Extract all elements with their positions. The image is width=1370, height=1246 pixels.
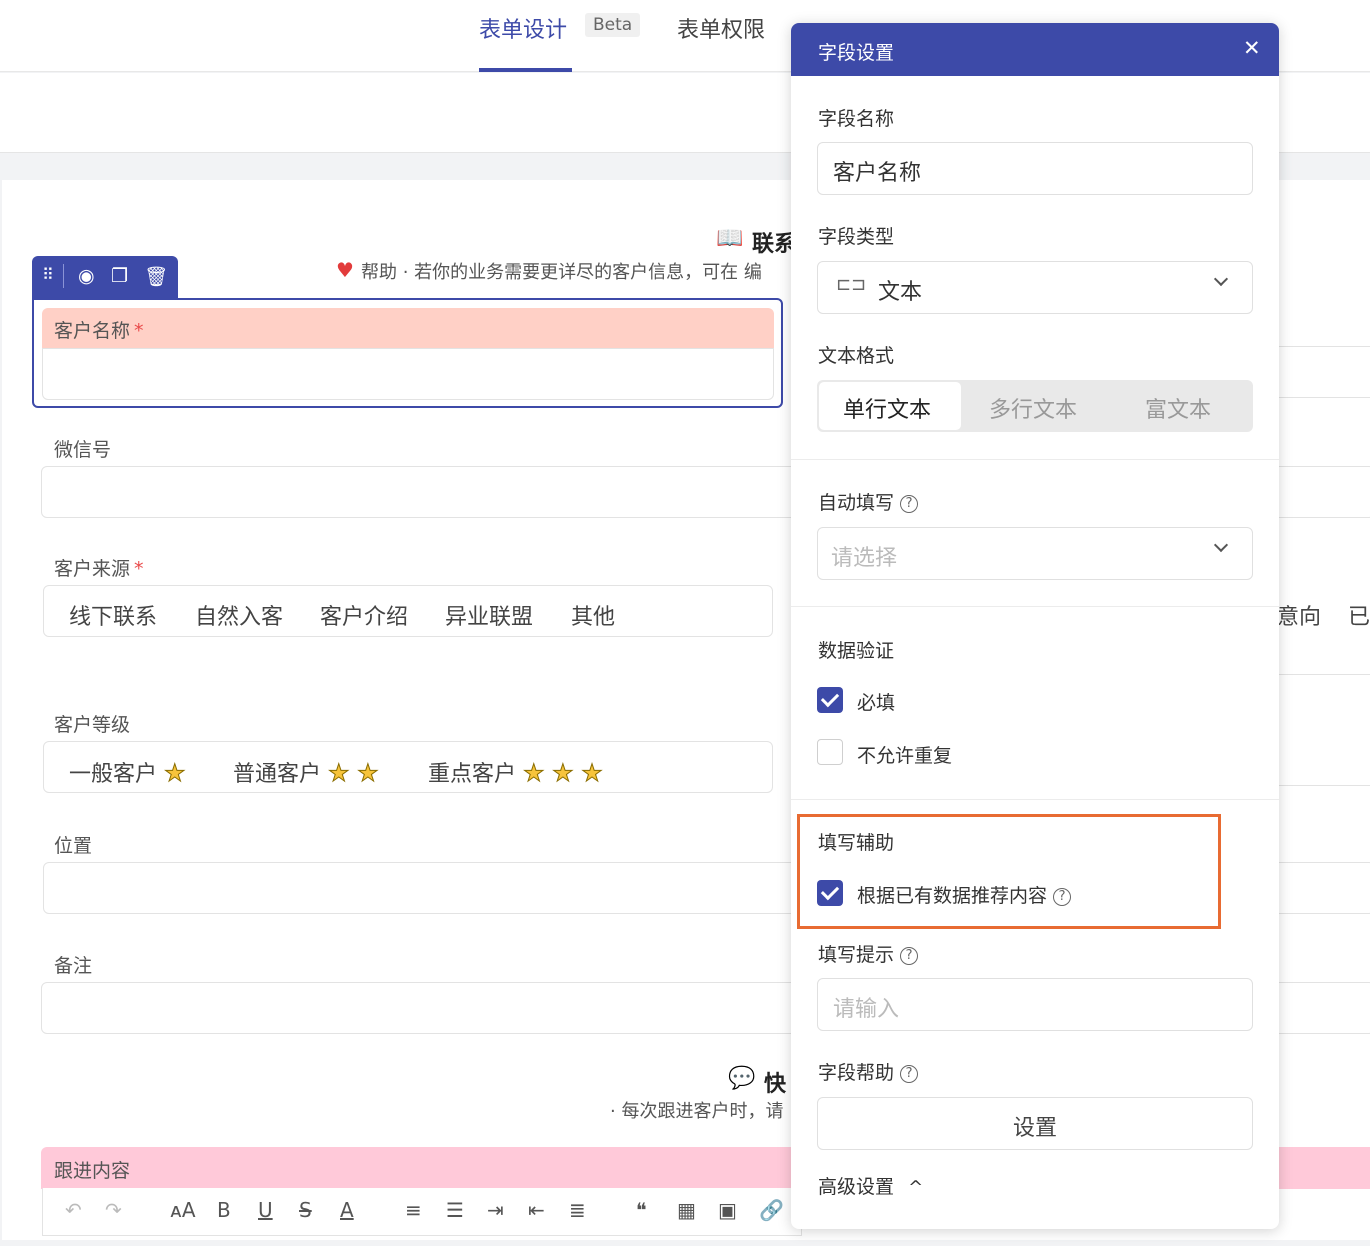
field-label-remark: 备注 [54, 955, 93, 977]
underline-icon[interactable]: U [258, 1198, 273, 1222]
text-format-segmented: 单行文本 多行文本 富文本 [817, 380, 1253, 432]
field-help-label: 字段帮助? [818, 1058, 919, 1085]
field-label-source: 客户来源 * [54, 558, 144, 580]
field-name-value: 客户名称 [833, 161, 922, 186]
source-option[interactable]: 异业联盟 [445, 599, 533, 631]
segment-rich-text[interactable]: 富文本 [1145, 392, 1211, 424]
hint-placeholder: 请输入 [833, 997, 900, 1022]
level-option[interactable]: 一般客户 ★ [69, 756, 186, 788]
help-icon: ? [900, 495, 919, 513]
divider [791, 459, 1279, 460]
validation-label: 数据验证 [818, 640, 895, 662]
field-help-button[interactable]: 设置 [817, 1097, 1253, 1150]
customer-name-input[interactable] [42, 348, 774, 400]
field-label-followup: 跟进内容 [54, 1160, 131, 1182]
copy-icon[interactable]: ❐ [111, 265, 128, 287]
required-label: 必填 [857, 692, 896, 714]
delete-icon[interactable]: 🗑 [144, 265, 168, 288]
help-icon: ? [900, 1065, 919, 1083]
chevron-down-icon [1213, 537, 1229, 553]
wechat-input[interactable] [41, 466, 801, 518]
palette-icon[interactable]: ◉ [78, 265, 95, 287]
strikethrough-icon[interactable]: S [299, 1198, 312, 1222]
rich-text-toolbar: ↶ ↷ ᴀA B U S A ≡ ☰ ⇥ ⇤ ≣ ❝ ▦ ▣ 🔗 [42, 1188, 802, 1236]
align-icon[interactable]: ≣ [569, 1198, 586, 1222]
level-option[interactable]: 重点客户 ★ ★ ★ [428, 756, 603, 788]
source-option[interactable]: 自然入客 [195, 599, 283, 631]
source-option[interactable]: 已 [1348, 599, 1370, 631]
field-type-label: 字段类型 [818, 226, 895, 248]
text-format-label: 文本格式 [818, 345, 895, 367]
source-option[interactable]: 客户介绍 [320, 599, 408, 631]
segment-multi-line[interactable]: 多行文本 [989, 392, 1077, 424]
book-icon: 📖 [716, 226, 744, 251]
divider [791, 799, 1279, 800]
tab-form-design[interactable]: 表单设计 [479, 12, 567, 44]
ordered-list-icon[interactable]: ≡ [405, 1198, 422, 1222]
drag-handle-icon[interactable]: ⠿ [42, 265, 54, 284]
field-label-highlight [42, 308, 774, 348]
source-option[interactable]: 其他 [571, 599, 615, 631]
level-option[interactable]: 普通客户 ★ ★ [233, 756, 379, 788]
field-type-value: 文本 [878, 280, 923, 305]
help-icon: ? [900, 947, 919, 965]
field-label-location: 位置 [54, 835, 93, 857]
quote-icon[interactable]: ❝ [636, 1198, 647, 1222]
field-label-customer-name: 客户名称 * [54, 320, 144, 342]
tab-form-permissions[interactable]: 表单权限 [677, 12, 765, 44]
chevron-down-icon [1213, 271, 1229, 287]
section-help-text: 帮助 · 若你的业务需要更详尽的客户信息，可在 编 [361, 262, 762, 283]
panel-title: 字段设置 [818, 42, 895, 64]
heart-icon: ♥ [336, 258, 354, 282]
image-icon[interactable]: ▣ [718, 1198, 737, 1222]
panel-header: 字段设置 ✕ [791, 23, 1279, 76]
advanced-settings-toggle[interactable]: 高级设置 ^ [818, 1172, 923, 1199]
link-icon[interactable]: 🔗 [759, 1198, 784, 1222]
unique-checkbox[interactable] [817, 739, 843, 765]
close-icon[interactable]: ✕ [1243, 36, 1261, 60]
unique-label: 不允许重复 [857, 745, 953, 767]
source-option[interactable]: 线下联系 [69, 599, 157, 631]
field-settings-panel: 字段设置 ✕ 字段名称 客户名称 字段类型 ⊏⊐ 文本 文本格式 单行文本 多行… [791, 23, 1279, 1229]
field-name-label: 字段名称 [818, 108, 895, 130]
comment-icon: 💬 [728, 1066, 756, 1091]
hint-input[interactable]: 请输入 [817, 978, 1253, 1031]
location-input[interactable] [43, 862, 803, 914]
field-label-wechat: 微信号 [54, 439, 112, 461]
undo-icon[interactable]: ↶ [65, 1198, 82, 1222]
field-label-level: 客户等级 [54, 714, 131, 736]
section-title: 联系 [752, 232, 797, 257]
source-option[interactable]: 意向 [1277, 599, 1321, 631]
font-color-icon[interactable]: A [340, 1198, 354, 1222]
chevron-up-icon: ^ [908, 1177, 924, 1198]
bold-icon[interactable]: B [217, 1198, 231, 1222]
beta-badge: Beta [585, 13, 641, 37]
field-name-input[interactable]: 客户名称 [817, 142, 1253, 195]
field-toolbar: ⠿ ◉ ❐ 🗑 [32, 256, 178, 298]
remark-input[interactable] [41, 982, 801, 1034]
outdent-icon[interactable]: ⇤ [528, 1198, 545, 1222]
active-tab-indicator [479, 68, 572, 72]
section-description: · 每次跟进客户时，请 [610, 1101, 784, 1122]
redo-icon[interactable]: ↷ [105, 1198, 122, 1222]
divider [791, 606, 1279, 607]
hint-label: 填写提示? [818, 940, 919, 967]
bullet-list-icon[interactable]: ☰ [446, 1198, 464, 1222]
highlight-box [797, 814, 1221, 929]
required-checkbox[interactable] [817, 687, 843, 713]
field-help-button-label: 设置 [1012, 1116, 1057, 1141]
toolbar-divider [63, 264, 64, 288]
autofill-label: 自动填写? [818, 488, 919, 515]
text-field-icon: ⊏⊐ [836, 274, 867, 295]
table-icon[interactable]: ▦ [677, 1198, 696, 1222]
field-type-select[interactable]: ⊏⊐ 文本 [817, 261, 1253, 314]
segment-single-line[interactable]: 单行文本 [843, 392, 931, 424]
autofill-select[interactable]: 请选择 [817, 527, 1253, 580]
font-size-icon[interactable]: ᴀA [170, 1198, 196, 1222]
autofill-placeholder: 请选择 [831, 546, 898, 571]
indent-icon[interactable]: ⇥ [487, 1198, 504, 1222]
section-title: 快 [764, 1072, 787, 1097]
